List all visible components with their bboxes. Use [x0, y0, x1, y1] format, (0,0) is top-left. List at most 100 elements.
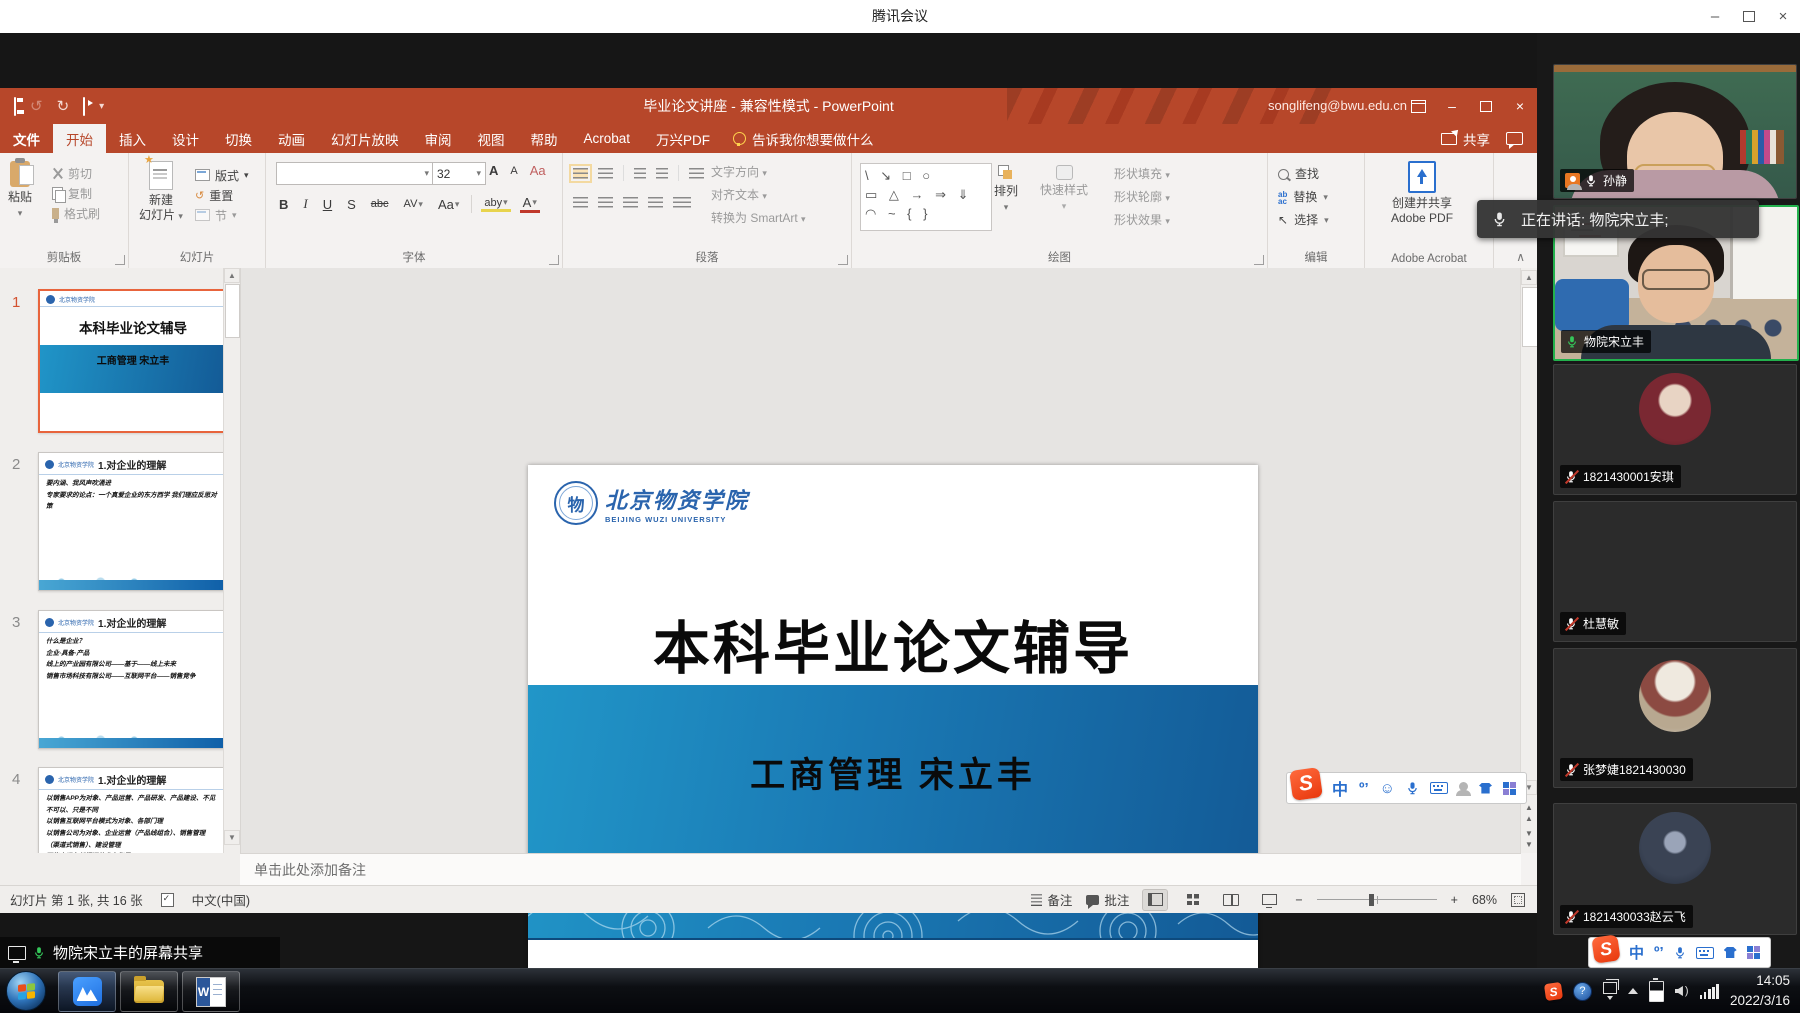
- slideshow-view-button[interactable]: [1257, 890, 1281, 910]
- tab-view[interactable]: 视图: [465, 124, 518, 153]
- tab-acrobat[interactable]: Acrobat: [571, 124, 644, 153]
- ribbon-display-options-button[interactable]: [1401, 88, 1435, 124]
- taskbar-clock[interactable]: 14:05 2022/3/16: [1730, 971, 1796, 1010]
- shape-outline-button[interactable]: 形状轮廓 ▾: [1114, 186, 1170, 209]
- sogou-tray-icon[interactable]: S: [1544, 981, 1563, 1000]
- punctuation-icon[interactable]: º’: [1359, 780, 1369, 797]
- tab-slideshow[interactable]: 幻灯片放映: [318, 124, 412, 153]
- justify-button[interactable]: [648, 197, 663, 208]
- chinese-mode-icon[interactable]: 中: [1629, 942, 1644, 963]
- voice-input-icon[interactable]: [1406, 781, 1419, 795]
- volume-icon[interactable]: ): [1675, 985, 1689, 997]
- cut-button[interactable]: 剪切: [52, 163, 100, 183]
- desktop-tray-icon[interactable]: [1603, 982, 1617, 1000]
- tab-transitions[interactable]: 切换: [212, 124, 265, 153]
- share-button[interactable]: 共享: [1441, 129, 1490, 149]
- highlight-color-button[interactable]: aby▾: [481, 197, 510, 212]
- text-direction-button[interactable]: 文字方向 ▾: [711, 161, 806, 184]
- skin-icon[interactable]: [1479, 783, 1492, 794]
- bold-button[interactable]: B: [276, 197, 291, 212]
- italic-button[interactable]: I: [300, 196, 310, 212]
- editor-scrollbar[interactable]: ▲ ▼ ▲▲ ▼▼: [1520, 268, 1538, 853]
- align-center-button[interactable]: [598, 197, 613, 208]
- shapes-row-3[interactable]: ◠ ~ { }: [865, 204, 987, 223]
- numbering-button[interactable]: [598, 168, 613, 179]
- zoom-out-button[interactable]: −: [1295, 893, 1302, 907]
- scroll-down-icon[interactable]: ▼: [224, 830, 240, 845]
- toolbox-icon[interactable]: [1503, 782, 1516, 795]
- notes-pane[interactable]: 单击此处添加备注: [240, 853, 1521, 886]
- slide-thumbnail-3[interactable]: 北京物资学院1.对企业的理解 什么是企业？ 企业·具备·产品 线上的产业园有限公…: [38, 610, 226, 749]
- sogou-logo-icon[interactable]: S: [1289, 767, 1323, 801]
- participant-video-sunjing[interactable]: 孙静: [1553, 64, 1797, 199]
- participant-video-zhangmengjie[interactable]: 张梦婕1821430030: [1553, 648, 1797, 788]
- next-slide-button[interactable]: ▼▼: [1521, 828, 1537, 850]
- start-button[interactable]: [6, 971, 46, 1011]
- quick-styles-button[interactable]: 快速样式 ▾: [1040, 165, 1088, 212]
- shapes-row-2[interactable]: ▭ △ → ⇒ ⇓: [865, 185, 987, 204]
- previous-slide-button[interactable]: ▲▲: [1521, 802, 1537, 824]
- underline-button[interactable]: U: [320, 197, 335, 212]
- clear-formatting-button[interactable]: Aa: [527, 163, 549, 178]
- tab-insert[interactable]: 插入: [106, 124, 159, 153]
- font-name-combo[interactable]: ▾: [276, 162, 434, 185]
- shape-effects-button[interactable]: 形状效果 ▾: [1114, 209, 1170, 232]
- thumbnail-scroll-thumb[interactable]: [225, 284, 240, 338]
- slide-canvas[interactable]: 物 北京物资学院 BEIJING WUZI UNIVERSITY 本科毕业论文辅…: [528, 465, 1258, 1013]
- shrink-font-button[interactable]: A: [507, 163, 520, 178]
- convert-smartart-button[interactable]: 转换为 SmartArt ▾: [711, 207, 806, 230]
- font-dialog-launcher[interactable]: [549, 255, 559, 265]
- language-indicator[interactable]: 中文(中国): [192, 890, 250, 909]
- soft-keyboard-icon[interactable]: [1696, 947, 1714, 959]
- bullets-button[interactable]: [573, 168, 588, 179]
- align-right-button[interactable]: [623, 197, 638, 208]
- text-shadow-button[interactable]: S: [344, 197, 359, 212]
- notes-toggle-button[interactable]: 备注: [1031, 890, 1072, 909]
- comments-icon[interactable]: [1506, 132, 1523, 145]
- shapes-gallery[interactable]: \ ↘ □ ○ ▭ △ → ⇒ ⇓ ◠ ~ { }: [860, 163, 992, 231]
- shapes-row-1[interactable]: \ ↘ □ ○: [865, 166, 987, 185]
- battery-icon[interactable]: [1649, 981, 1664, 1002]
- slide-thumbnail-1[interactable]: 北京物资学院 本科毕业论文辅导 工商管理 宋立丰: [38, 289, 228, 433]
- tab-design[interactable]: 设计: [159, 124, 212, 153]
- select-button[interactable]: ↖选择 ▾: [1278, 209, 1329, 232]
- sogou-logo-icon[interactable]: S: [1591, 934, 1620, 963]
- notes-placeholder[interactable]: 单击此处添加备注: [254, 860, 366, 880]
- copy-button[interactable]: 复制: [52, 183, 100, 203]
- font-color-button[interactable]: A▾: [520, 195, 540, 213]
- paste-dropdown[interactable]: ▾: [18, 208, 23, 219]
- punctuation-icon[interactable]: º’: [1654, 944, 1664, 961]
- layout-button[interactable]: 版式▾: [195, 165, 249, 185]
- network-signal-icon[interactable]: [1700, 984, 1719, 999]
- replace-button[interactable]: abac替换 ▾: [1278, 186, 1329, 209]
- tab-help[interactable]: 帮助: [518, 124, 571, 153]
- scroll-up-icon[interactable]: ▲: [224, 268, 240, 283]
- reset-button[interactable]: ↺重置: [195, 185, 249, 205]
- chinese-mode-icon[interactable]: 中: [1332, 776, 1348, 800]
- meeting-minimize-button[interactable]: –: [1698, 0, 1732, 33]
- tab-file[interactable]: 文件: [0, 124, 53, 153]
- spell-check-icon[interactable]: [161, 893, 174, 907]
- zoom-slider-thumb[interactable]: [1369, 894, 1374, 906]
- fit-slide-button[interactable]: [1511, 893, 1525, 907]
- arrange-button[interactable]: 排列 ▾: [994, 165, 1018, 213]
- account-icon[interactable]: [1459, 786, 1468, 791]
- participant-video-zhaoyunfei[interactable]: 1821430033赵云飞: [1553, 803, 1797, 935]
- zoom-level[interactable]: 68%: [1472, 893, 1497, 907]
- soft-keyboard-icon[interactable]: [1430, 782, 1448, 794]
- zoom-slider[interactable]: [1317, 899, 1437, 901]
- reading-view-button[interactable]: [1219, 890, 1243, 910]
- font-size-combo[interactable]: 32▾: [432, 162, 486, 185]
- ppt-close-button[interactable]: ×: [1503, 88, 1537, 124]
- paragraph-dialog-launcher[interactable]: [838, 255, 848, 265]
- drawing-dialog-launcher[interactable]: [1254, 255, 1264, 265]
- shape-fill-button[interactable]: 形状填充 ▾: [1114, 163, 1170, 186]
- help-tray-icon[interactable]: ?: [1573, 982, 1592, 1001]
- comments-toggle-button[interactable]: 批注: [1086, 890, 1129, 909]
- editor-scroll-thumb[interactable]: [1522, 287, 1538, 347]
- paste-button[interactable]: 粘贴 ▾: [8, 161, 32, 219]
- character-spacing-button[interactable]: AV▾: [401, 198, 426, 210]
- create-pdf-button[interactable]: 创建并共享Adobe PDF: [1391, 161, 1453, 226]
- emoji-icon[interactable]: ☺: [1380, 780, 1395, 797]
- show-hidden-icons-button[interactable]: [1628, 988, 1638, 994]
